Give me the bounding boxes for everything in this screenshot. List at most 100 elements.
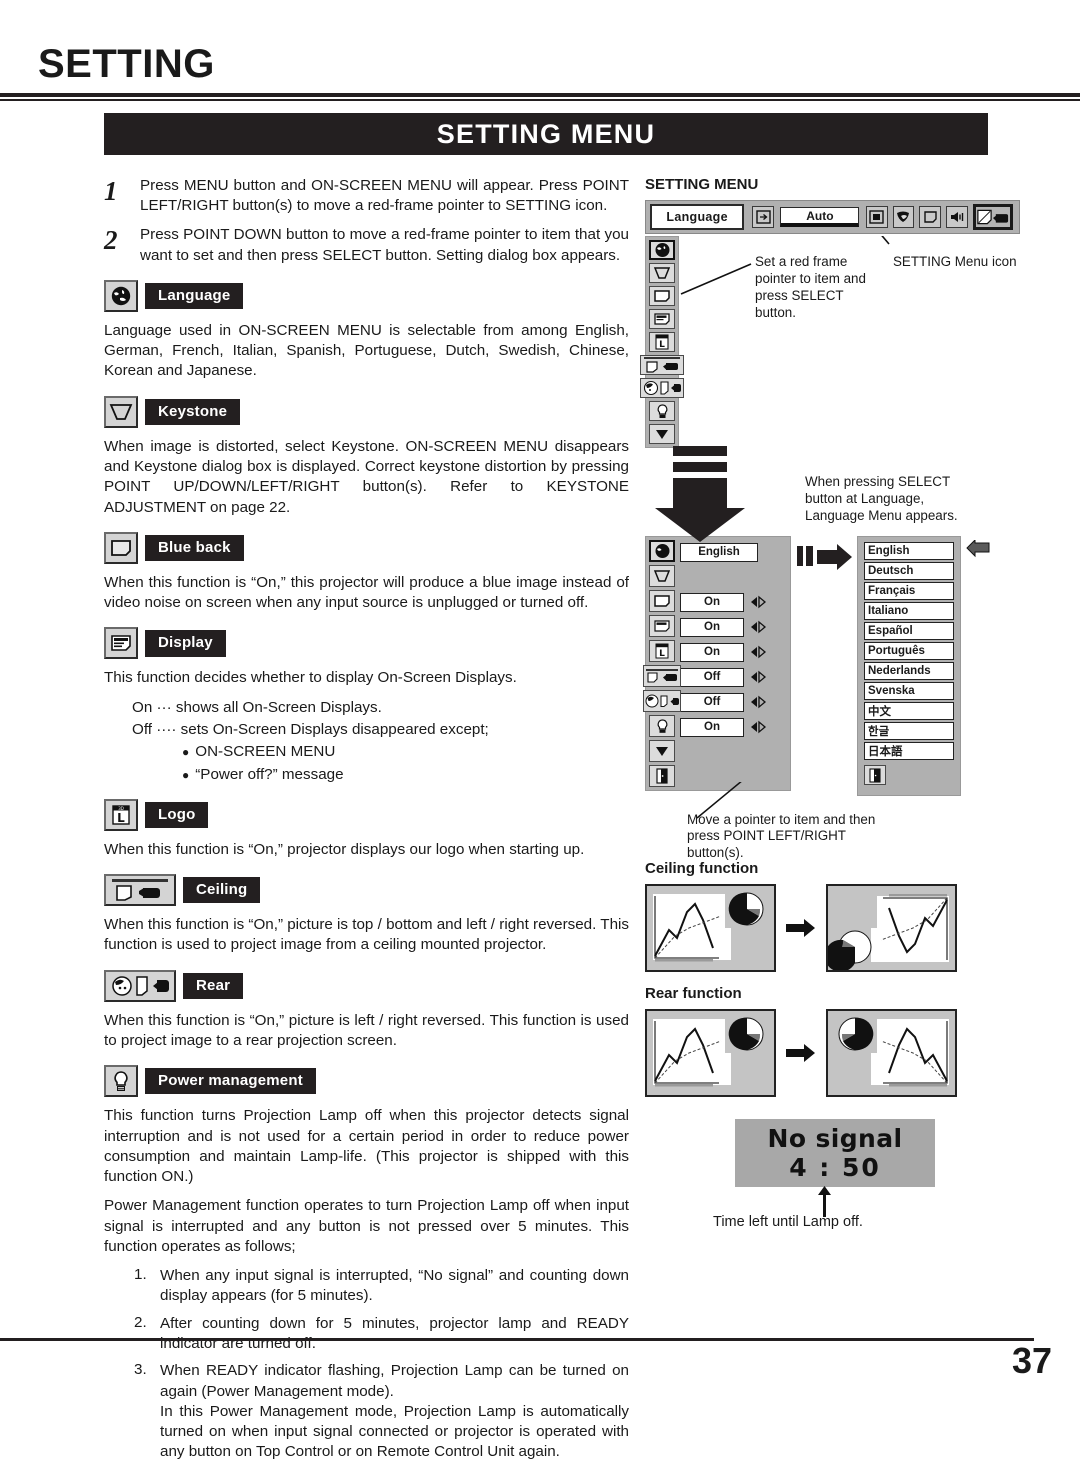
step-2-number: 2	[104, 225, 118, 256]
pm-list-item-3-number: 3.	[134, 1361, 147, 1379]
sound-icon[interactable]	[945, 206, 968, 228]
no-signal-figure: No signal 4 : 50	[645, 1118, 1025, 1187]
no-signal-display: No signal 4 : 50	[735, 1118, 935, 1187]
osd-auto-value[interactable]: Auto	[780, 207, 860, 227]
language-option-english[interactable]: English	[864, 542, 954, 560]
left-right-arrows-icon[interactable]	[749, 695, 767, 709]
language-option-portugues[interactable]: Português	[864, 642, 954, 660]
language-menu-exit-icon[interactable]	[864, 765, 886, 785]
osd-current-item-label: Language	[650, 204, 745, 230]
osd-settings-values: English On On On Off Off On	[678, 537, 790, 790]
left-right-arrows-icon[interactable]	[749, 720, 767, 734]
rear-function-diagram	[645, 1008, 1025, 1097]
sidebar-lamp-icon[interactable]	[649, 401, 675, 422]
language-menu-figure-row: L English On On On Off Off On English De…	[643, 536, 1025, 796]
section-body-ceiling: When this function is “On,” picture is t…	[104, 916, 629, 954]
right-figure-column: SETTING MENU Language Auto L Set a red f…	[640, 176, 1025, 1233]
section-title-text: SETTING MENU	[436, 118, 656, 149]
section-label-logo: Logo	[145, 801, 209, 828]
left-right-arrows-icon[interactable]	[749, 620, 767, 634]
panel-globe-icon[interactable]	[649, 540, 675, 562]
lamp-icon	[104, 1065, 138, 1098]
section-label-rear: Rear	[183, 972, 244, 999]
section-header-display: Display	[104, 627, 629, 660]
section-header-ceiling: Ceiling	[104, 874, 629, 907]
svg-text:L: L	[659, 649, 665, 659]
settings-value-blue-back[interactable]: On	[680, 592, 744, 612]
language-option-italiano[interactable]: Italiano	[864, 602, 954, 620]
pm-list-item-3-text: When READY indicator flashing, Projectio…	[160, 1362, 629, 1400]
panel-logo-icon[interactable]: L	[649, 640, 675, 662]
keystone-icon	[104, 395, 138, 428]
sidebar-rear-icon[interactable]	[640, 378, 684, 399]
section-label-display: Display	[145, 630, 226, 657]
section-body-display: This function decides whether to display…	[104, 669, 517, 687]
ceiling-function-diagram	[645, 883, 1025, 972]
language-menu-list: English Deutsch Français Italiano Españo…	[857, 536, 961, 796]
left-right-arrows-icon[interactable]	[749, 595, 767, 609]
section-header-language: Language	[104, 279, 629, 312]
settings-row-keystone	[680, 566, 784, 588]
left-right-arrows-icon[interactable]	[749, 670, 767, 684]
ceiling-before-screen	[645, 883, 776, 972]
callout-move-pointer: Move a pointer to item and then press PO…	[687, 811, 876, 861]
language-option-espanol[interactable]: Español	[864, 622, 954, 640]
display-off-line: Off ···· sets On-Screen Displays disappe…	[132, 720, 489, 738]
section-header-keystone: Keystone	[104, 395, 629, 428]
section-label-blue-back: Blue back	[145, 534, 244, 561]
color-icon[interactable]	[892, 206, 915, 228]
settings-value-display[interactable]: On	[680, 617, 744, 637]
bullet-icon: ●	[182, 767, 190, 782]
header-divider	[0, 93, 1080, 101]
pm-list-item-2: 2. After counting down for 5 minutes, pr…	[134, 1314, 629, 1355]
language-option-korean[interactable]: 한글	[864, 722, 954, 740]
settings-value-rear[interactable]: Off	[680, 692, 744, 712]
panel-ceiling-icon[interactable]	[643, 665, 681, 687]
pm-list-item-3-continuation: In this Power Management mode, Projectio…	[160, 1402, 629, 1461]
rear-arrow-icon	[786, 1043, 815, 1062]
figure-heading-setting-menu: SETTING MENU	[645, 176, 759, 193]
svg-text:L: L	[117, 811, 125, 825]
language-option-nederlands[interactable]: Nederlands	[864, 662, 954, 680]
display-bullet-1: ● “Power off?” message	[182, 765, 344, 783]
step-1-text: Press MENU button and ON-SCREEN MENU wil…	[140, 177, 629, 215]
no-signal-callout-group: Time left until Lamp off.	[645, 1185, 1025, 1233]
panel-keystone-icon[interactable]	[649, 565, 675, 587]
sidebar-globe-icon[interactable]	[649, 240, 675, 261]
sidebar-display-icon[interactable]	[649, 309, 675, 330]
panel-display-icon[interactable]	[649, 615, 675, 637]
rear-before-screen	[645, 1008, 776, 1097]
section-label-power-management: Power management	[145, 1068, 316, 1095]
language-option-chinese[interactable]: 中文	[864, 702, 954, 720]
input-icon[interactable]	[752, 206, 774, 228]
settings-value-ceiling[interactable]: Off	[680, 667, 744, 687]
sidebar-keystone-icon[interactable]	[649, 263, 675, 284]
screen-icon[interactable]	[865, 206, 888, 228]
panel-rear-icon[interactable]	[643, 690, 681, 712]
panel-exit-icon[interactable]	[649, 765, 675, 787]
left-right-arrows-icon[interactable]	[749, 645, 767, 659]
panel-scroll-down-icon[interactable]	[649, 740, 675, 762]
setting-icon[interactable]	[972, 204, 1013, 230]
sidebar-logo-icon[interactable]: L	[649, 332, 675, 353]
language-option-deutsch[interactable]: Deutsch	[864, 562, 954, 580]
ceiling-icon	[104, 874, 176, 907]
pm-list-item-1-text: When any input signal is interrupted, “N…	[160, 1267, 629, 1305]
pm-list-item-2-number: 2.	[134, 1313, 147, 1331]
language-option-francais[interactable]: Français	[864, 582, 954, 600]
rear-after-screen	[826, 1008, 957, 1097]
image-icon[interactable]	[919, 206, 941, 228]
callout-move-pointer-group: Move a pointer to item and then press PO…	[645, 781, 1025, 866]
footer-divider	[0, 1338, 1034, 1341]
panel-lamp-icon[interactable]	[649, 715, 675, 737]
sidebar-ceiling-icon[interactable]	[640, 355, 684, 376]
settings-value-power-management[interactable]: On	[680, 717, 744, 737]
sidebar-blue-back-icon[interactable]	[649, 286, 675, 307]
settings-value-logo[interactable]: On	[680, 642, 744, 662]
section-label-language: Language	[145, 282, 244, 309]
pm-list-item-1-number: 1.	[134, 1266, 147, 1284]
pm-list-item-2-text: After counting down for 5 minutes, proje…	[160, 1314, 629, 1353]
language-option-japanese[interactable]: 日本語	[864, 742, 954, 760]
panel-blue-back-icon[interactable]	[649, 590, 675, 612]
language-option-svenska[interactable]: Svenska	[864, 682, 954, 700]
